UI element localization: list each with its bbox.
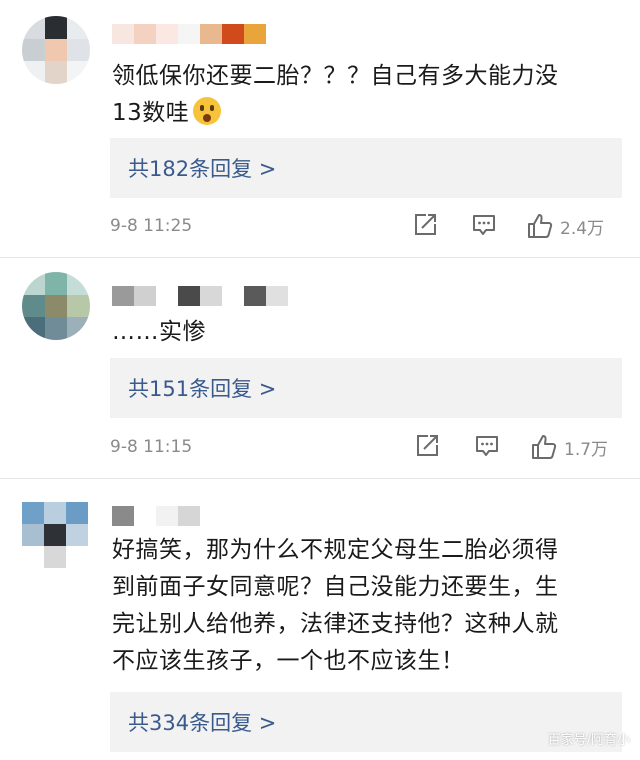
- reply-thread-button[interactable]: 共151条回复 >: [110, 358, 622, 418]
- like-button[interactable]: 1.7万: [530, 433, 608, 461]
- comment-icon: [473, 215, 495, 235]
- comment-meta: 9-8 11:25 2.4万: [110, 212, 622, 242]
- watermark: 百家号/阿育小: [547, 733, 630, 748]
- reply-thread-button[interactable]: 共334条回复 >: [110, 692, 622, 752]
- avatar[interactable]: [22, 502, 88, 568]
- comment-text: ……实惨: [112, 319, 206, 345]
- share-button[interactable]: [414, 433, 440, 459]
- comment-icon: [476, 436, 498, 456]
- share-button[interactable]: [412, 212, 438, 238]
- reply-count-label: 共151条回复 >: [128, 377, 277, 401]
- like-button[interactable]: 2.4万: [526, 212, 604, 240]
- avatar[interactable]: [22, 272, 90, 340]
- comment-meta: 9-8 11:15 1.7万: [110, 433, 622, 463]
- timestamp: 9-8 11:15: [110, 437, 193, 457]
- comment-text: 领低保你还要二胎？？？自己有多大能力没 13数哇: [112, 63, 559, 126]
- username-obscured[interactable]: [112, 506, 200, 526]
- divider: [0, 257, 640, 258]
- like-count: 1.7万: [564, 439, 609, 460]
- share-icon: [415, 214, 436, 235]
- timestamp: 9-8 11:25: [110, 216, 193, 236]
- share-icon: [417, 435, 438, 456]
- divider: [0, 478, 640, 479]
- thumbs-up-icon: [528, 214, 553, 238]
- like-count: 2.4万: [560, 218, 605, 239]
- reply-count-label: 共334条回复 >: [128, 711, 277, 735]
- comment-text: 好搞笑，那为什么不规定父母生二胎必须得 到前面子女同意呢？自己没能力还要生，生 …: [112, 537, 559, 674]
- username-obscured[interactable]: [112, 24, 266, 44]
- comment-button[interactable]: [474, 433, 500, 459]
- reply-count-label: 共182条回复 >: [128, 157, 277, 181]
- username-obscured[interactable]: [112, 286, 288, 306]
- reply-thread-button[interactable]: 共182条回复 >: [110, 138, 622, 198]
- comment-button[interactable]: [471, 212, 497, 238]
- thumbs-up-icon: [532, 435, 557, 459]
- shocked-face-emoji-icon: [193, 97, 222, 125]
- avatar[interactable]: [22, 16, 90, 84]
